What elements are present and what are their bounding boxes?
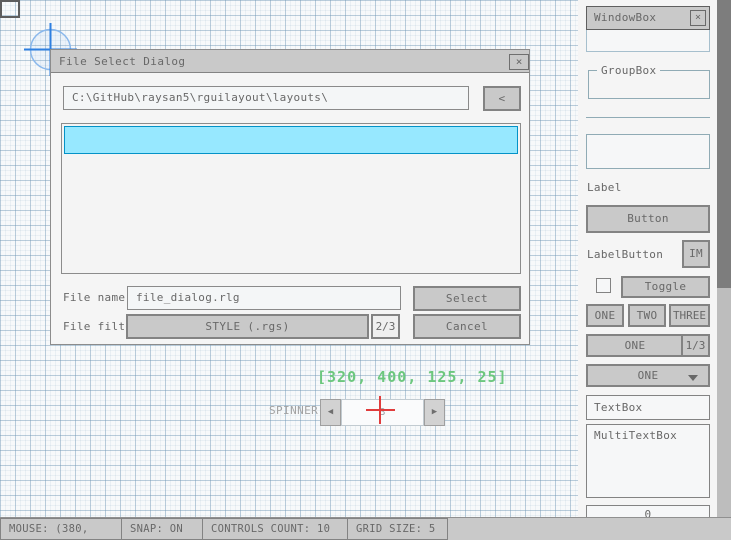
canvas-origin-box xyxy=(0,0,20,18)
palette-combobox[interactable]: ONE xyxy=(586,334,684,357)
palette-toggle[interactable]: Toggle xyxy=(621,276,710,298)
palette-button[interactable]: Button xyxy=(586,205,710,233)
file-name-input[interactable]: file_dialog.rlg xyxy=(127,286,401,310)
palette-multitextbox[interactable]: MultiTextBox xyxy=(586,424,710,498)
palette-imagebutton[interactable]: IM xyxy=(682,240,710,268)
controls-palette: WindowBox × GroupBox Label Button LabelB… xyxy=(578,0,717,517)
palette-togglegroup-two[interactable]: TWO xyxy=(628,304,666,327)
palette-checkbox[interactable] xyxy=(596,278,611,293)
file-filter-combobox[interactable]: STYLE (.rgs) xyxy=(126,314,369,339)
mouse-cursor-crosshair-icon xyxy=(379,396,381,424)
file-select-dialog: File Select Dialog × C:\GitHub\raysan5\r… xyxy=(50,49,530,345)
spinner-value-box[interactable]: 3 xyxy=(341,399,424,426)
palette-combobox-counter[interactable]: 1/3 xyxy=(681,334,710,357)
palette-windowbox-close-icon: × xyxy=(690,10,706,26)
palette-valuebox[interactable]: 0 xyxy=(586,505,710,517)
status-snap: SNAP: ON xyxy=(121,518,203,540)
palette-dropdownbox[interactable]: ONE xyxy=(586,364,710,387)
palette-textbox[interactable]: TextBox xyxy=(586,395,710,420)
palette-windowbox-body xyxy=(586,30,710,52)
dialog-title: File Select Dialog xyxy=(59,50,185,73)
palette-scrollbar[interactable] xyxy=(717,0,731,517)
status-bar: MOUSE: (380, 410) SNAP: ON CONTROLS COUN… xyxy=(0,517,731,540)
path-back-button[interactable]: < xyxy=(483,86,521,111)
select-button[interactable]: Select xyxy=(413,286,521,311)
file-filter-counter[interactable]: 2/3 xyxy=(371,314,400,339)
selection-rect-info: [320, 400, 125, 25] xyxy=(317,368,508,386)
status-controls-count: CONTROLS COUNT: 10 xyxy=(202,518,348,540)
palette-groupbox-label: GroupBox xyxy=(597,64,660,77)
spinner-decrement-icon[interactable]: ◀ xyxy=(320,399,341,426)
palette-dropdownbox-value: ONE xyxy=(638,369,659,382)
status-grid-size: GRID SIZE: 5 xyxy=(347,518,448,540)
cancel-button[interactable]: Cancel xyxy=(413,314,521,339)
palette-labelbutton[interactable]: LabelButton xyxy=(587,248,663,261)
palette-panel[interactable] xyxy=(586,134,710,169)
path-input[interactable]: C:\GitHub\raysan5\rguilayout\layouts\ xyxy=(63,86,469,110)
file-name-label: File name: xyxy=(63,286,132,310)
palette-scrollbar-thumb[interactable] xyxy=(717,288,731,517)
status-mouse: MOUSE: (380, 410) xyxy=(0,518,122,540)
palette-windowbox[interactable]: WindowBox × xyxy=(586,6,710,52)
palette-windowbox-title: WindowBox xyxy=(594,7,656,29)
palette-togglegroup-one[interactable]: ONE xyxy=(586,304,624,327)
layout-editor-window: File Select Dialog × C:\GitHub\raysan5\r… xyxy=(0,0,731,540)
file-listview[interactable] xyxy=(61,123,521,274)
palette-label[interactable]: Label xyxy=(587,181,622,194)
dialog-close-icon[interactable]: × xyxy=(509,54,529,70)
palette-togglegroup-three[interactable]: THREE xyxy=(669,304,710,327)
listview-selected-item[interactable] xyxy=(64,126,518,154)
spinner-increment-icon[interactable]: ▶ xyxy=(424,399,445,426)
dialog-titlebar[interactable]: File Select Dialog xyxy=(51,50,529,73)
spinner-control-label: SPINNER xyxy=(269,404,318,417)
palette-windowbox-titlebar: WindowBox × xyxy=(586,6,710,30)
palette-line[interactable] xyxy=(586,117,710,118)
chevron-down-icon xyxy=(688,375,698,381)
palette-groupbox[interactable]: GroupBox xyxy=(588,70,710,99)
